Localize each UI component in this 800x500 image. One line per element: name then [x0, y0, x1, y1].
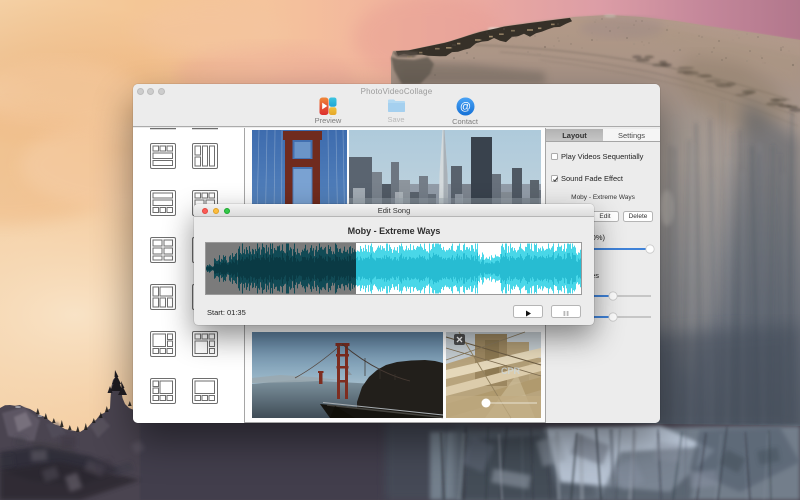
svg-text:CPR: CPR [501, 366, 521, 376]
svg-text:@: @ [459, 101, 470, 113]
